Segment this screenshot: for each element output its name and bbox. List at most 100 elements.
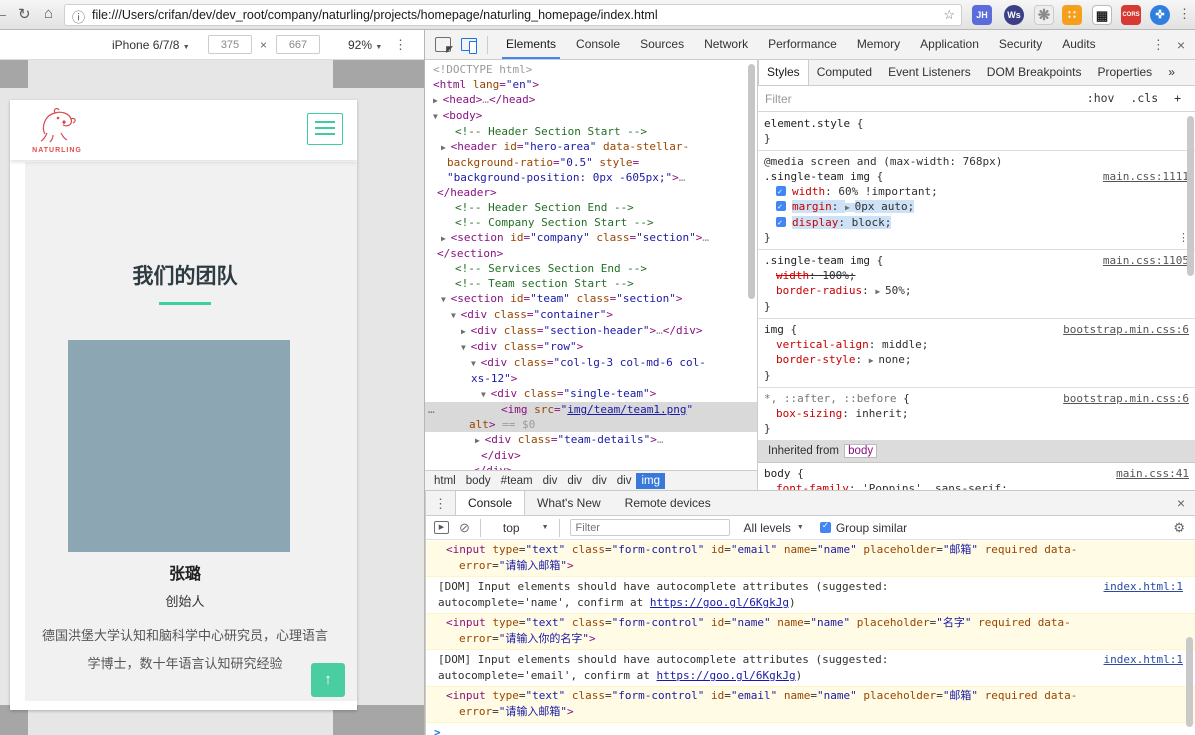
code-line[interactable]: <input type="text" class="form-control" …	[426, 615, 1183, 631]
source-link[interactable]: index.html:1	[1104, 579, 1183, 595]
code-line[interactable]: display: block;	[760, 215, 1189, 230]
code-line[interactable]: >	[426, 725, 1195, 735]
tab-application[interactable]: Application	[910, 30, 989, 59]
home-icon[interactable]: ⌂	[44, 5, 53, 22]
code-line[interactable]: Inherited from body	[764, 444, 1189, 459]
reload-icon[interactable]: ↻	[18, 5, 31, 23]
drawer-menu-icon[interactable]: ⋮	[426, 491, 455, 515]
code-line[interactable]: font-family: 'Poppins', sans-serif;	[760, 481, 1189, 490]
breadcrumb-img[interactable]: img	[636, 472, 665, 489]
log-levels-select[interactable]: All levels ▼	[744, 521, 804, 535]
code-line[interactable]: </header>	[425, 185, 757, 200]
code-line[interactable]: }	[760, 368, 1189, 383]
breadcrumb-div[interactable]: div	[538, 473, 563, 489]
code-line[interactable]: index.html:1 [DOM] Input elements should …	[426, 579, 1183, 595]
tab-console[interactable]: Console	[566, 30, 630, 59]
code-line[interactable]: <!-- Company Section Start -->	[425, 215, 757, 230]
tab-console[interactable]: Console	[455, 491, 526, 515]
extension-qr-icon[interactable]: ▦	[1092, 5, 1112, 25]
code-line[interactable]: <html lang="en">	[425, 77, 757, 92]
code-line[interactable]: ▼ <div class="row">	[425, 339, 757, 355]
extension-target-icon[interactable]: ✜	[1150, 5, 1170, 25]
browser-menu-icon[interactable]: ⋮	[1178, 6, 1191, 22]
code-line[interactable]: xs-12">	[425, 371, 757, 386]
clear-console-icon[interactable]: ⊘	[459, 520, 470, 536]
device-select[interactable]: iPhone 6/7/8 ▼	[112, 38, 190, 52]
page-info-icon[interactable]: ⓘ	[72, 7, 85, 26]
new-style-rule-button[interactable]: +	[1174, 91, 1181, 105]
scroll-to-top-button[interactable]: ↑	[311, 663, 345, 697]
hamburger-menu-button[interactable]	[307, 113, 343, 145]
devtools-close-icon[interactable]: ×	[1173, 37, 1195, 53]
toggle-hover-state[interactable]: :hov	[1087, 91, 1115, 105]
code-line[interactable]: error="请输入邮箱">	[426, 704, 1183, 720]
stylesheet-link[interactable]: main.css:41	[1116, 466, 1189, 481]
property-checkbox[interactable]	[776, 199, 786, 214]
stylesheet-link[interactable]: main.css:1111	[1103, 169, 1189, 184]
code-line[interactable]: main.css:1111 .single-team img {	[760, 169, 1189, 184]
extension-jh-icon[interactable]: JH	[972, 5, 992, 25]
group-similar-toggle[interactable]: Group similar	[819, 520, 907, 535]
zoom-select[interactable]: 92% ▼	[348, 38, 382, 52]
console-link[interactable]: https://goo.gl/6KgkJg	[657, 669, 796, 682]
extension-ws-icon[interactable]: Ws	[1004, 5, 1024, 25]
console-scrollbar[interactable]	[1186, 637, 1193, 727]
code-line[interactable]: ▼ <div class="single-team">	[425, 386, 757, 402]
device-width-input[interactable]	[208, 35, 252, 54]
code-line[interactable]: <!-- Header Section End -->	[425, 200, 757, 215]
code-line[interactable]: width: 100%;	[760, 268, 1189, 283]
code-line[interactable]: <!-- Header Section Start -->	[425, 124, 757, 139]
stylesheet-link[interactable]: bootstrap.min.css:6	[1063, 322, 1189, 337]
tab-network[interactable]: Network	[694, 30, 758, 59]
breadcrumb-html[interactable]: html	[429, 473, 461, 489]
breadcrumb-div[interactable]: div	[562, 473, 587, 489]
tab-audits[interactable]: Audits	[1052, 30, 1105, 59]
console-filter-input[interactable]	[569, 519, 730, 536]
breadcrumb-body[interactable]: body	[461, 473, 496, 489]
console-link[interactable]: https://goo.gl/6KgkJg	[650, 596, 789, 609]
breadcrumb-team[interactable]: #team	[496, 473, 538, 489]
code-line[interactable]: bootstrap.min.css:6 img {	[760, 322, 1189, 337]
code-line[interactable]: ▶ <section id="company" class="section">…	[425, 230, 757, 246]
code-line[interactable]: }	[760, 299, 1189, 314]
code-line[interactable]: ▼ <div class="container">	[425, 307, 757, 323]
code-line[interactable]: <input type="text" class="form-control" …	[426, 542, 1183, 558]
tab-computed[interactable]: Computed	[809, 60, 880, 85]
styles-filter-input[interactable]: Filter	[765, 92, 792, 106]
code-line[interactable]: error="请输入你的名字">	[426, 631, 1183, 647]
code-line[interactable]: ▶ <head>…</head>	[425, 92, 757, 108]
tab-what-s-new[interactable]: What's New	[525, 491, 613, 515]
code-line[interactable]: element.style {	[760, 116, 1189, 131]
address-bar[interactable]: ⓘ file:///Users/crifan/dev/dev_root/comp…	[64, 4, 962, 26]
inspect-element-icon[interactable]	[435, 37, 453, 55]
source-link[interactable]: index.html:1	[1104, 652, 1183, 668]
code-line[interactable]: vertical-align: middle;	[760, 337, 1189, 352]
code-line[interactable]: border-radius: ▶ 50%;	[760, 283, 1189, 299]
tab-remote-devices[interactable]: Remote devices	[613, 491, 723, 515]
tab-elements[interactable]: Elements	[496, 30, 566, 59]
device-toolbar-toggle-icon[interactable]	[461, 37, 477, 54]
code-line[interactable]: </div>	[425, 463, 757, 470]
code-line[interactable]: alt> == $0	[425, 417, 757, 432]
code-line[interactable]: <!-- Services Section End -->	[425, 261, 757, 276]
device-height-input[interactable]	[276, 35, 320, 54]
code-line[interactable]: ▼ <div class="col-lg-3 col-md-6 col-	[425, 355, 757, 371]
code-line[interactable]: error="请输入邮箱">	[426, 558, 1183, 574]
code-line[interactable]: background-ratio="0.5" style=	[425, 155, 757, 170]
code-line[interactable]: ▼ <body>	[425, 108, 757, 124]
tab-styles[interactable]: Styles	[758, 60, 809, 85]
code-line[interactable]: … <img src="img/team/team1.png"	[425, 402, 757, 417]
tab--[interactable]: »	[1160, 60, 1183, 85]
elements-scrollbar[interactable]	[748, 64, 755, 299]
code-line[interactable]: </div>	[425, 448, 757, 463]
stylesheet-link[interactable]: bootstrap.min.css:6	[1063, 391, 1189, 406]
extension-grid-icon[interactable]: ∷	[1062, 5, 1082, 25]
code-line[interactable]: ▶ <header id="hero-area" data-stellar-	[425, 139, 757, 155]
tab-properties[interactable]: Properties	[1089, 60, 1160, 85]
devtools-menu-icon[interactable]: ⋮	[1144, 37, 1173, 53]
extension-cors-icon[interactable]: CORS	[1121, 5, 1141, 25]
checkbox-checked-icon[interactable]	[819, 520, 831, 533]
site-logo[interactable]: NATURLING	[28, 106, 86, 154]
console-sidebar-toggle-icon[interactable]: ▶	[434, 521, 449, 534]
drawer-close-icon[interactable]: ×	[1173, 491, 1195, 515]
